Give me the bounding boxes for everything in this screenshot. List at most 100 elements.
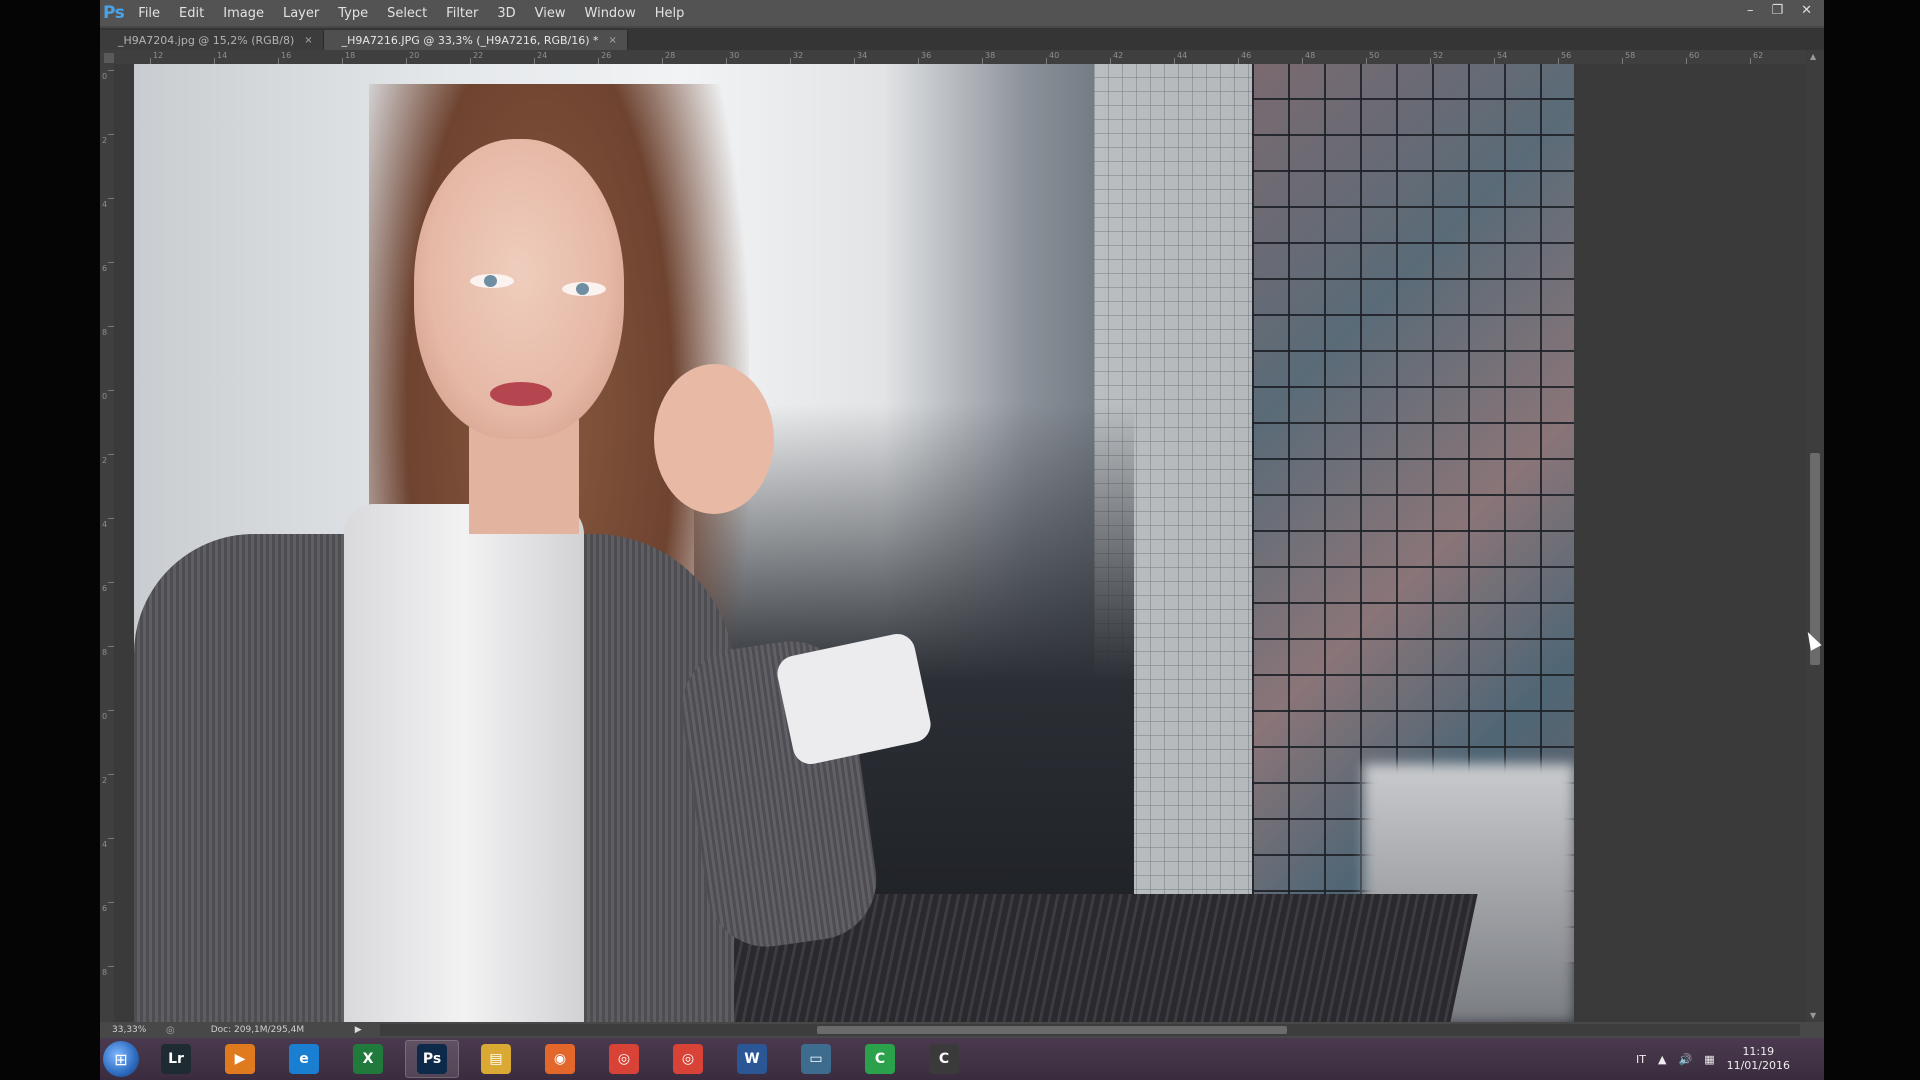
ruler-tick-label: 30	[729, 51, 740, 60]
ruler-tick-label: 60	[1689, 51, 1700, 60]
clock[interactable]: 11:19 11/01/2016	[1727, 1045, 1790, 1073]
clock-date: 11/01/2016	[1726, 1059, 1790, 1072]
ruler-tick-label: 12	[153, 51, 164, 60]
menu-file[interactable]: File	[138, 6, 160, 21]
taskbar-lightroom-button[interactable]: Lr	[149, 1040, 203, 1078]
start-button[interactable]: ⊞	[103, 1041, 139, 1077]
close-tab-icon[interactable]: ×	[609, 35, 617, 46]
taskbar-word-button[interactable]: W	[725, 1040, 779, 1078]
close-window-button[interactable]: ✕	[1801, 3, 1812, 18]
ruler-tick-label: 54	[1497, 51, 1508, 60]
file-explorer-icon: ▤	[481, 1044, 511, 1074]
ruler-tick-label: 0	[102, 712, 108, 721]
menu-window[interactable]: Window	[585, 6, 636, 21]
tab-h9a7204[interactable]: _H9A7204.jpg @ 15,2% (RGB/8) ×	[100, 30, 324, 50]
photoshop-icon: Ps	[417, 1044, 447, 1074]
restore-button[interactable]: ❐	[1771, 3, 1783, 18]
photo-lips	[490, 382, 552, 406]
tab-label: _H9A7216.JPG @ 33,3% (_H9A7216, RGB/16) …	[341, 33, 599, 47]
camtasia-icon: C	[865, 1044, 895, 1074]
lightroom-icon: Lr	[161, 1044, 191, 1074]
photo-white-shirt	[344, 504, 584, 1022]
ruler-tick-label: 44	[1177, 51, 1188, 60]
taskbar-firefox-button[interactable]: ◉	[533, 1040, 587, 1078]
ruler-tick-label: 2	[102, 776, 108, 785]
ruler-horizontal[interactable]: 12 14 16 18 20 22 24 26 28 30 32 34 36 38 40 42 44 46 48 50…	[100, 50, 1806, 65]
ruler-tick-label: 8	[102, 648, 108, 657]
menu-filter[interactable]: Filter	[446, 6, 478, 21]
taskbar-photoshop-button[interactable]: Ps	[405, 1040, 459, 1078]
taskbar-chrome-button[interactable]: ◎	[661, 1040, 715, 1078]
photoshop-logo: Ps	[103, 3, 125, 23]
taskbar-internet-explorer-button[interactable]: e	[277, 1040, 331, 1078]
canvas-area[interactable]	[114, 64, 1806, 1022]
menu-3d[interactable]: 3D	[497, 6, 515, 21]
photo-eye-left	[470, 274, 514, 288]
close-tab-icon[interactable]: ×	[304, 35, 312, 46]
document-size: Doc: 209,1M/295,4M	[210, 1025, 305, 1035]
ruler-tick-label: 4	[102, 520, 108, 529]
ruler-tick-label: 50	[1369, 51, 1380, 60]
camtasia-recorder-icon: C	[929, 1044, 959, 1074]
ruler-tick-label: 8	[102, 968, 108, 977]
vertical-scrollbar[interactable]: ▲ ▼	[1806, 50, 1824, 1022]
menu-type[interactable]: Type	[338, 6, 368, 21]
tray-expand-icon[interactable]: ▲	[1658, 1053, 1666, 1066]
network-icon[interactable]: ▦	[1704, 1053, 1714, 1066]
ruler-vertical[interactable]: 0246802468024686	[100, 64, 115, 1041]
minimize-button[interactable]: –	[1747, 3, 1754, 18]
taskbar-camtasia-recorder-button[interactable]: C	[917, 1040, 971, 1078]
ruler-tick-label: 8	[102, 328, 108, 337]
scroll-down-icon[interactable]: ▼	[1810, 1011, 1816, 1020]
photo-canvas[interactable]	[134, 64, 1574, 1022]
internet-explorer-icon: e	[289, 1044, 319, 1074]
ruler-tick-label: 56	[1561, 51, 1572, 60]
menu-help[interactable]: Help	[655, 6, 685, 21]
ruler-tick-label: 28	[665, 51, 676, 60]
menu-bar: Ps File Edit Image Layer Type Select Fil…	[100, 0, 1824, 26]
taskbar-chrome-button[interactable]: ◎	[597, 1040, 651, 1078]
taskbar-window-app-button[interactable]: ▭	[789, 1040, 843, 1078]
status-info-icon[interactable]: ◎	[166, 1025, 175, 1036]
ruler-tick-label: 6	[102, 264, 108, 273]
taskbar-media-player-button[interactable]: ▶	[213, 1040, 267, 1078]
ruler-tick-label: 26	[601, 51, 612, 60]
ruler-tick-label: 42	[1113, 51, 1124, 60]
taskbar-camtasia-button[interactable]: C	[853, 1040, 907, 1078]
menu-image[interactable]: Image	[223, 6, 264, 21]
horizontal-scrollbar[interactable]	[380, 1024, 1800, 1036]
menu-view[interactable]: View	[535, 6, 566, 21]
system-tray: IT ▲ 🔊 ▦ 11:19 11/01/2016	[1636, 1038, 1790, 1080]
taskbar-file-explorer-button[interactable]: ▤	[469, 1040, 523, 1078]
menu-layer[interactable]: Layer	[283, 6, 319, 21]
ruler-tick-label: 20	[409, 51, 420, 60]
tab-label: _H9A7204.jpg @ 15,2% (RGB/8)	[118, 33, 295, 47]
windows-taskbar: ⊞ Lr ▶ e X Ps ▤ ◉ ◎ ◎ W ▭ C C IT ▲ 🔊 ▦ 11:19 11/01/2…	[100, 1038, 1824, 1080]
status-menu-arrow-icon[interactable]: ▶	[355, 1025, 362, 1035]
window-app-icon: ▭	[801, 1044, 831, 1074]
ruler-tick-label: 6	[102, 584, 108, 593]
ruler-tick-label: 34	[857, 51, 868, 60]
ruler-tick-label: 14	[217, 51, 228, 60]
taskbar-excel-app-button[interactable]: X	[341, 1040, 395, 1078]
scroll-up-icon[interactable]: ▲	[1810, 52, 1816, 61]
photo-hand	[654, 364, 774, 514]
zoom-level[interactable]: 33,33%	[112, 1025, 152, 1035]
ruler-tick-label: 38	[985, 51, 996, 60]
menu-edit[interactable]: Edit	[179, 6, 204, 21]
ruler-tick-label: 46	[1241, 51, 1252, 60]
ruler-tick-label: 2	[102, 456, 108, 465]
ruler-tick-label: 52	[1433, 51, 1444, 60]
ruler-tick-label: 4	[102, 840, 108, 849]
ruler-origin[interactable]	[104, 53, 114, 63]
word-icon: W	[737, 1044, 767, 1074]
tab-h9a7216[interactable]: _H9A7216.JPG @ 33,3% (_H9A7216, RGB/16) …	[323, 30, 628, 50]
ruler-tick-label: 22	[473, 51, 484, 60]
volume-icon[interactable]: 🔊	[1678, 1053, 1692, 1066]
chrome-icon: ◎	[609, 1044, 639, 1074]
menu-select[interactable]: Select	[387, 6, 427, 21]
horizontal-scroll-thumb[interactable]	[817, 1026, 1287, 1034]
language-indicator[interactable]: IT	[1636, 1053, 1646, 1066]
ruler-tick-label: 24	[537, 51, 548, 60]
desktop-background-left	[0, 0, 100, 1080]
